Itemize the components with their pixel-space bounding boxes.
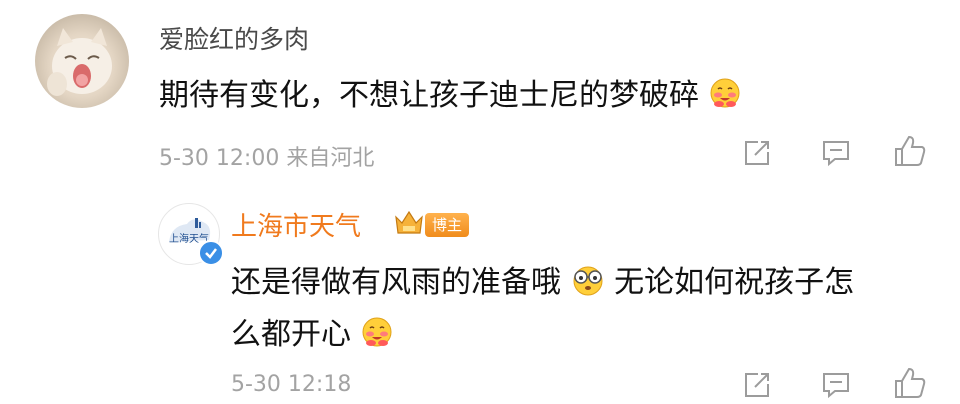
share-icon[interactable] (742, 138, 772, 172)
reply-username[interactable]: 上海市天气 (231, 206, 361, 243)
share-icon[interactable] (742, 370, 772, 404)
like-icon[interactable] (893, 134, 927, 172)
reply-text-line2: 么都开心 (231, 309, 393, 356)
glasses-emoji-icon (571, 264, 605, 304)
comment-location: 来自河北 (286, 146, 375, 171)
crown-icon (393, 207, 425, 241)
avatar[interactable] (35, 14, 129, 108)
blushing-emoji-icon (709, 77, 741, 117)
comment-username[interactable]: 爱脸红的多肉 (159, 20, 309, 56)
like-icon[interactable] (893, 366, 927, 404)
blushing-emoji-icon (361, 316, 393, 356)
verified-badge-icon (198, 240, 224, 266)
reply-text-line1: 还是得做有风雨的准备哦 无论如何祝孩子怎 (231, 257, 854, 304)
comment-meta: 5-30 12:00 来自河北 (159, 140, 374, 172)
reply-timestamp: 5-30 12:18 (231, 372, 352, 397)
comment-text: 期待有变化，不想让孩子迪士尼的梦破碎 (159, 70, 741, 117)
comment-icon[interactable] (821, 370, 851, 404)
comment-icon[interactable] (821, 138, 851, 172)
comment-timestamp: 5-30 12:00 (159, 146, 280, 171)
blogger-badge: 博主 (425, 213, 470, 237)
